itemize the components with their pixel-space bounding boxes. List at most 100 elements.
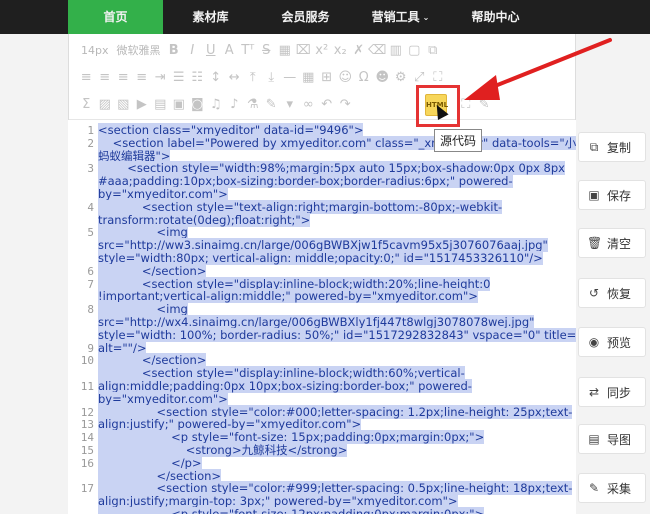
multi-image-icon[interactable]: ▧: [114, 94, 133, 114]
line-number: [68, 252, 94, 265]
code-lines[interactable]: <section class="xmyeditor" data-id="9496…: [98, 123, 576, 514]
line-number: [68, 470, 94, 483]
indent-icon[interactable]: ⇥: [151, 67, 170, 87]
export-image-button[interactable]: ▤ 导图: [578, 424, 646, 454]
align-right-icon[interactable]: ≡: [114, 67, 133, 87]
code-line-text: by="xmyeditor.com">: [98, 391, 228, 406]
nav-item-home[interactable]: 首页: [68, 0, 163, 34]
toolbar-row-1: 14px 微软雅黑 B I U A Tᵀ S̶ ▦ ⌧ x² x₂ ✗ ⌫ ▥ …: [77, 40, 442, 60]
redo-icon[interactable]: ↷: [336, 94, 355, 114]
settings-icon[interactable]: ⚙: [392, 67, 411, 87]
special-char-icon[interactable]: Ω: [355, 67, 374, 87]
video-icon[interactable]: ▶: [133, 94, 152, 114]
preview-button[interactable]: ◉ 预览: [578, 327, 646, 357]
insert-row-icon[interactable]: ⊞: [318, 67, 337, 87]
unordered-list-icon[interactable]: ☷: [188, 67, 207, 87]
paint-bucket-icon[interactable]: ⚗: [244, 94, 263, 114]
nav-item-library[interactable]: 素材库: [163, 0, 258, 34]
collect-button[interactable]: ✎ 采集: [578, 473, 646, 503]
code-line-text: align:justify;margin-top: 3px;" powered-…: [98, 494, 458, 509]
clear-button[interactable]: 🗑 清空: [578, 228, 646, 258]
text-box-icon[interactable]: ⌧: [294, 40, 313, 60]
code-line-text: style="width:80px; vertical-align: middl…: [98, 250, 543, 265]
sigma-icon[interactable]: Σ: [77, 94, 96, 114]
undo-icon[interactable]: ↶: [318, 94, 337, 114]
line-number: [68, 175, 94, 188]
link-icon[interactable]: ∞: [299, 94, 318, 114]
line-number: 6: [87, 264, 94, 278]
nav-item-label: 素材库: [192, 10, 229, 24]
brush-dropdown-icon[interactable]: ▾: [281, 94, 300, 114]
align-justify-icon[interactable]: ≡: [133, 67, 152, 87]
code-line-text: <p style="font-size: 12px;padding:0px;ma…: [98, 506, 485, 514]
italic-icon[interactable]: I: [183, 40, 202, 60]
strikethrough-icon[interactable]: S̶: [257, 40, 276, 60]
line-number: [68, 329, 94, 342]
font-size-icon[interactable]: Tᵀ: [239, 40, 258, 60]
export-image-label: 导图: [607, 432, 632, 447]
document-icon[interactable]: ▢: [405, 40, 424, 60]
horizontal-rule-icon[interactable]: —: [281, 67, 300, 87]
line-number: [68, 188, 94, 201]
fullscreen-icon[interactable]: ⛶: [429, 67, 448, 87]
table-icon[interactable]: ▦: [299, 67, 318, 87]
code-line: <section label="Powered by xmyeditor.com…: [98, 135, 576, 150]
line-number: 13: [80, 418, 94, 432]
code-line: <p style="font-size: 12px;padding:0px;ma…: [98, 506, 568, 514]
expand-icon[interactable]: ⤢: [410, 67, 429, 87]
font-color-icon[interactable]: A: [220, 40, 239, 60]
save-button[interactable]: ▣ 保存: [578, 180, 646, 210]
code-line: by="xmyeditor.com">: [98, 391, 568, 406]
superscript-icon[interactable]: x²: [313, 40, 332, 60]
map-icon[interactable]: ▣: [170, 94, 189, 114]
restore-button[interactable]: ↺ 恢复: [578, 278, 646, 308]
attachment-icon[interactable]: ▤: [151, 94, 170, 114]
brush-icon[interactable]: ✎: [262, 94, 281, 114]
code-line: </section>: [98, 263, 568, 278]
line-number: 17: [80, 482, 94, 496]
font-size-select[interactable]: 14px: [77, 44, 113, 57]
sync-button[interactable]: ⇄ 同步: [578, 377, 646, 407]
copy-label: 复制: [607, 140, 632, 155]
code-line: src="http://wx4.sinaimg.cn/large/006gBWB…: [98, 314, 568, 329]
emoji-icon[interactable]: ☺: [336, 67, 355, 87]
copy-button[interactable]: ⧉ 复制: [578, 132, 646, 162]
align-center-icon[interactable]: ≡: [96, 67, 115, 87]
margin-bottom-icon[interactable]: ⤓: [262, 67, 281, 87]
line-number: 9: [87, 341, 94, 355]
line-height-icon[interactable]: ↕: [207, 67, 226, 87]
image-icon[interactable]: ▨: [96, 94, 115, 114]
source-code-view[interactable]: 1 2 3 4 5 6 7 8 9 10 11 12 13 14 15 16 17 <section class…: [68, 120, 576, 514]
letter-spacing-icon[interactable]: ↔: [225, 67, 244, 87]
line-number: [68, 239, 94, 252]
nav-item-help[interactable]: 帮助中心: [448, 0, 543, 34]
smile-icon[interactable]: ☻: [373, 67, 392, 87]
paragraph-icon[interactable]: ▥: [387, 40, 406, 60]
line-number: [68, 150, 94, 163]
top-nav: 首页 素材库 会员服务 营销工具 ⌄ 帮助中心: [0, 0, 650, 34]
music-icon[interactable]: ♫: [207, 94, 226, 114]
ordered-list-icon[interactable]: ☰: [170, 67, 189, 87]
code-line: align:justify;margin-top: 3px;" powered-…: [98, 494, 568, 509]
nav-item-marketing[interactable]: 营销工具 ⌄: [353, 0, 448, 34]
line-number: 7: [87, 277, 94, 291]
font-family-select[interactable]: 微软雅黑: [113, 42, 165, 58]
source-code-tooltip: 源代码: [434, 129, 483, 152]
audio-icon[interactable]: ♪: [225, 94, 244, 114]
line-number: 10: [80, 354, 94, 368]
background-color-icon[interactable]: ▦: [276, 40, 295, 60]
underline-icon[interactable]: U: [202, 40, 221, 60]
nav-item-membership[interactable]: 会员服务: [258, 0, 353, 34]
camera-icon[interactable]: ◙: [188, 94, 207, 114]
copy-format-icon[interactable]: ⧉: [424, 40, 443, 60]
line-number: [68, 290, 94, 303]
margin-top-icon[interactable]: ⤒: [244, 67, 263, 87]
subscript-icon[interactable]: x₂: [331, 40, 350, 60]
code-line: <p style="font-size: 15px;padding:0px;ma…: [98, 430, 568, 445]
bold-icon[interactable]: B: [165, 40, 184, 60]
align-left-icon[interactable]: ≡: [77, 67, 96, 87]
line-number: 4: [87, 200, 94, 214]
format-painter-icon[interactable]: ⌫: [368, 40, 387, 60]
clear-format-icon[interactable]: ✗: [350, 40, 369, 60]
